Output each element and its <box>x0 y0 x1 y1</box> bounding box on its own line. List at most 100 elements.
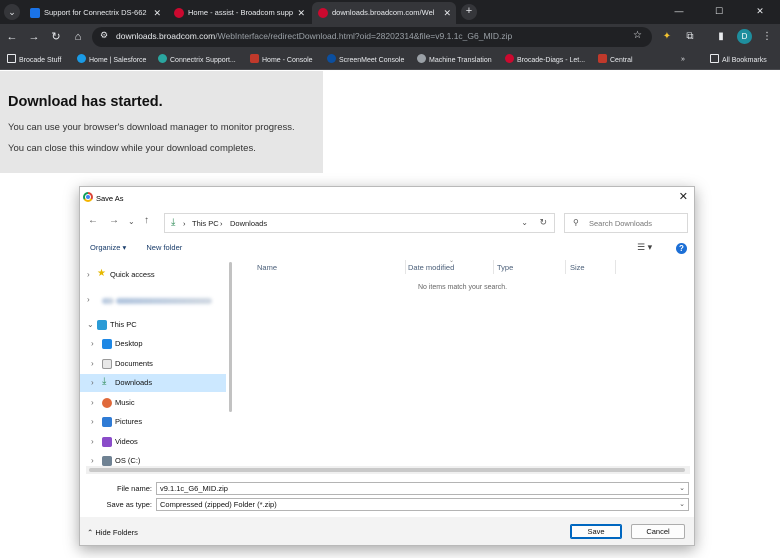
save-as-dialog: Save As ✕ ← → ⌄ ↑ ⤓ › This PC › Download… <box>79 186 695 546</box>
chevron-right-icon[interactable]: › <box>91 456 94 465</box>
bookmark-home-console[interactable]: Home - Console <box>250 54 313 66</box>
tree-item-pictures[interactable]: › Pictures <box>80 413 226 431</box>
bookmark-salesforce[interactable]: Home | Salesforce <box>77 54 146 66</box>
close-tab-icon[interactable]: ✕ <box>443 2 451 24</box>
maximize-icon[interactable]: ☐ <box>699 0 739 24</box>
save-button[interactable]: Save <box>570 524 622 539</box>
folder-icon <box>710 54 719 63</box>
new-folder-button[interactable]: New folder <box>146 243 182 252</box>
home-icon[interactable]: ⌂ <box>70 29 86 45</box>
pr-icon <box>598 54 607 63</box>
profile-avatar[interactable]: D <box>737 29 752 44</box>
horizontal-scrollbar[interactable] <box>86 466 690 474</box>
tab-search-icon[interactable]: ⌄ <box>4 4 20 20</box>
broadcom-favicon-icon <box>318 8 328 18</box>
column-divider[interactable] <box>405 260 406 274</box>
bookmark-star-icon[interactable]: ☆ <box>633 30 642 41</box>
breadcrumb-this-pc[interactable]: This PC <box>192 219 219 228</box>
recent-locations-chevron-icon[interactable]: ⌄ <box>128 217 135 226</box>
bookmark-central[interactable]: Central <box>598 54 633 66</box>
tree-item-music[interactable]: › Music <box>80 394 226 412</box>
hide-folders-button[interactable]: ⌃ Hide Folders <box>87 528 138 537</box>
bookmark-connectrix[interactable]: Connectrix Support... <box>158 54 236 66</box>
side-panel-icon[interactable]: ▮ <box>714 30 728 44</box>
save-as-type-select[interactable]: Compressed (zipped) Folder (*.zip) ⌄ <box>156 498 689 511</box>
chevron-down-icon[interactable]: ⌄ <box>679 483 685 494</box>
chevron-right-icon[interactable]: › <box>91 437 94 446</box>
forward-icon[interactable]: → <box>26 29 42 45</box>
tree-item-desktop[interactable]: › Desktop <box>80 335 226 353</box>
all-bookmarks[interactable]: All Bookmarks <box>710 54 767 66</box>
tree-item-quick-access[interactable]: › ★ Quick access <box>80 266 226 284</box>
column-size[interactable]: Size <box>570 263 585 272</box>
progress-note: You can use your browser's download mana… <box>8 122 295 133</box>
more-bookmarks-icon[interactable]: » <box>681 54 685 66</box>
help-icon[interactable]: ? <box>676 243 687 254</box>
site-info-icon[interactable]: ⚙ <box>100 30 108 41</box>
tree-item-documents[interactable]: › Documents <box>80 355 226 373</box>
organize-button[interactable]: Organize ▾ <box>90 243 126 252</box>
sort-caret-icon: ⌄ <box>449 258 455 264</box>
address-breadcrumb[interactable]: ⤓ › This PC › Downloads ⌄ ↻ <box>164 213 555 233</box>
redacted-label <box>116 298 212 304</box>
tab-broadcom-support[interactable]: Home - assist - Broadcom supp ✕ <box>168 2 310 24</box>
chevron-right-icon: › <box>220 219 223 228</box>
new-tab-icon[interactable]: + <box>461 4 477 20</box>
chevron-right-icon[interactable]: › <box>91 359 94 368</box>
address-bar[interactable]: ⚙ downloads.broadcom.com/WebInterface/re… <box>92 27 652 47</box>
bookmark-machine-translation[interactable]: Machine Translation <box>417 54 492 66</box>
column-name[interactable]: Name <box>257 263 277 272</box>
minimize-icon[interactable]: — <box>659 0 699 24</box>
reload-icon[interactable]: ↻ <box>48 29 64 45</box>
navigation-scrollbar[interactable] <box>229 262 232 412</box>
forward-icon[interactable]: → <box>109 215 119 226</box>
refresh-icon[interactable]: ↻ <box>539 217 547 228</box>
chevron-right-icon[interactable]: › <box>87 295 90 304</box>
menu-kebab-icon[interactable]: ⋮ <box>760 30 774 44</box>
tree-item-onedrive[interactable]: › <box>80 291 226 309</box>
extension-icon[interactable]: ✦ <box>660 30 674 44</box>
column-divider[interactable] <box>565 260 566 274</box>
column-divider[interactable] <box>615 260 616 274</box>
view-options-icon[interactable]: ☰ ▾ <box>637 242 652 253</box>
back-icon[interactable]: ← <box>4 29 20 45</box>
chevron-right-icon[interactable]: › <box>91 398 94 407</box>
chevron-down-icon[interactable]: ⌄ <box>521 218 528 227</box>
extensions-puzzle-icon[interactable]: ⧉ <box>683 30 697 44</box>
broadcom-icon <box>505 54 514 63</box>
search-input[interactable]: ⚲ Search Downloads <box>564 213 688 233</box>
close-icon[interactable]: ✕ <box>679 190 688 203</box>
close-window-icon[interactable]: ✕ <box>740 0 780 24</box>
chevron-down-icon[interactable]: ⌄ <box>679 499 685 510</box>
column-date-modified[interactable]: Date modified <box>408 263 454 272</box>
tab-title: Home - assist - Broadcom supp <box>188 8 294 17</box>
tree-item-this-pc[interactable]: ⌄ This PC <box>80 316 226 334</box>
navigation-pane: › ★ Quick access › ⌄ This PC › Desktop ›… <box>80 259 226 474</box>
bookmark-brocade-diags[interactable]: Brocade-Diags - Let... <box>505 54 585 66</box>
breadcrumb-downloads[interactable]: Downloads <box>230 219 267 228</box>
tab-downloads-broadcom[interactable]: downloads.broadcom.com/Wel ✕ <box>312 2 456 24</box>
column-type[interactable]: Type <box>497 263 513 272</box>
videos-icon <box>102 437 112 447</box>
cloud-icon <box>102 298 114 304</box>
chevron-right-icon[interactable]: › <box>91 417 94 426</box>
close-tab-icon[interactable]: ✕ <box>153 2 161 24</box>
tree-item-downloads[interactable]: › ⤓ Downloads <box>80 374 226 392</box>
command-bar: Organize ▾ New folder <box>90 243 182 252</box>
file-name-input[interactable]: v9.1.1c_G6_MID.zip ⌄ <box>156 482 689 495</box>
tree-item-videos[interactable]: › Videos <box>80 433 226 451</box>
column-divider[interactable] <box>493 260 494 274</box>
chevron-right-icon[interactable]: › <box>91 378 94 387</box>
chevron-right-icon[interactable]: › <box>91 339 94 348</box>
scrollbar-thumb[interactable] <box>89 468 685 472</box>
back-icon[interactable]: ← <box>88 215 98 226</box>
bookmark-screenmeet[interactable]: ScreenMeet Console <box>327 54 404 66</box>
bookmark-brocade-stuff[interactable]: Brocade Stuff <box>7 54 61 66</box>
tab-support-connectrix[interactable]: Support for Connectrix DS-662 ✕ <box>24 2 166 24</box>
cancel-button[interactable]: Cancel <box>631 524 685 539</box>
chevron-down-icon[interactable]: ⌄ <box>87 320 94 329</box>
pictures-icon <box>102 417 112 427</box>
up-icon[interactable]: ↑ <box>144 215 149 226</box>
chevron-right-icon[interactable]: › <box>87 270 90 279</box>
close-tab-icon[interactable]: ✕ <box>297 2 305 24</box>
